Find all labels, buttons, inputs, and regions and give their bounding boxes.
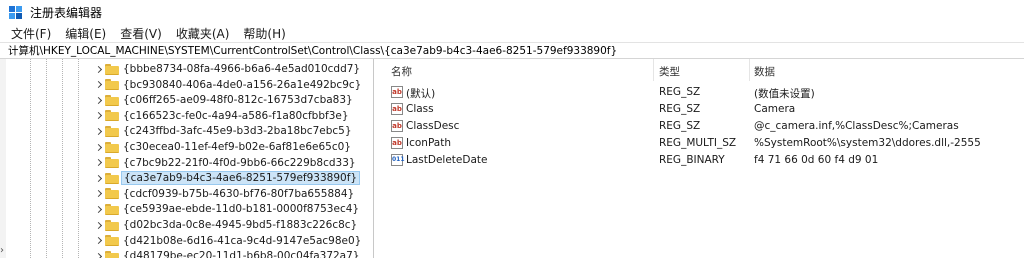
value-row[interactable]: ab ClassDesc REG_SZ @c_camera.inf,%ClassDes… bbox=[383, 118, 1024, 135]
value-row[interactable]: ab (默认) REG_SZ (数值未设置) bbox=[383, 84, 1024, 101]
string-value-icon: ab bbox=[391, 103, 403, 115]
chevron-right-icon[interactable] bbox=[94, 61, 102, 77]
tree-item[interactable]: {c7bc9b22-21f0-4f0d-9bb6-66c229b8cd33} bbox=[6, 155, 373, 171]
tree-item-label: {c30ecea0-11ef-4ef9-b02e-6af81e6e65c0} bbox=[123, 141, 351, 153]
column-header-type[interactable]: 类型 bbox=[659, 64, 680, 79]
tree-item-label: {d421b08e-6d16-41ca-9c4d-9147e5ac98e0} bbox=[123, 234, 362, 247]
tree-item-label: {d48179be-ec20-11d1-b6b8-00c04fa372a7} bbox=[123, 250, 360, 258]
tree-item-label: {ca3e7ab9-b4c3-4ae6-8251-579ef933890f} bbox=[121, 171, 361, 186]
menu-help[interactable]: 帮助(H) bbox=[242, 25, 286, 42]
folder-icon bbox=[105, 250, 119, 258]
tree-item[interactable]: {bbbe8734-08fa-4966-b6a6-4e5ad010cdd7} bbox=[6, 61, 373, 77]
value-name: (默认) bbox=[406, 88, 436, 100]
list-header: 名称 类型 数据 bbox=[383, 59, 1024, 81]
address-path[interactable]: 计算机\HKEY_LOCAL_MACHINE\SYSTEM\CurrentCon… bbox=[8, 43, 617, 58]
value-type: REG_MULTI_SZ bbox=[659, 137, 737, 149]
window-title: 注册表编辑器 bbox=[30, 5, 103, 20]
tree-item-label: {c166523c-fe0c-4a94-a586-f1a80cfbbf3e} bbox=[123, 109, 349, 122]
tree-item-label: {cdcf0939-b75b-4630-bf76-80f7ba655884} bbox=[123, 187, 355, 200]
menu-edit[interactable]: 编辑(E) bbox=[64, 25, 107, 42]
tree-item-label: {c06ff265-ae09-48f0-812c-16753d7cba83} bbox=[123, 94, 353, 107]
folder-icon bbox=[105, 94, 119, 106]
chevron-right-icon[interactable] bbox=[94, 139, 102, 155]
folder-icon bbox=[105, 203, 119, 215]
value-data: @c_camera.inf,%ClassDesc%;Cameras bbox=[754, 120, 959, 132]
value-type: REG_BINARY bbox=[659, 154, 725, 166]
folder-icon bbox=[105, 157, 119, 169]
value-row[interactable]: ab Class REG_SZ Camera bbox=[383, 101, 1024, 118]
chevron-right-icon[interactable] bbox=[94, 186, 102, 202]
value-type: REG_SZ bbox=[659, 103, 701, 115]
title-bar: 注册表编辑器 bbox=[0, 0, 1024, 24]
tree-item[interactable]: {c243ffbd-3afc-45e9-b3d3-2ba18bc7ebc5} bbox=[6, 123, 373, 139]
chevron-right-icon[interactable] bbox=[94, 123, 102, 139]
chevron-right-icon[interactable] bbox=[94, 77, 102, 93]
chevron-right-icon[interactable] bbox=[94, 92, 102, 108]
folder-icon bbox=[105, 63, 119, 75]
tree-item[interactable]: {ca3e7ab9-b4c3-4ae6-8251-579ef933890f} bbox=[6, 170, 373, 186]
folder-icon bbox=[105, 125, 119, 137]
tree-item[interactable]: {d421b08e-6d16-41ca-9c4d-9147e5ac98e0} bbox=[6, 233, 373, 249]
menu-view[interactable]: 查看(V) bbox=[119, 25, 163, 42]
value-list[interactable]: 名称 类型 数据 ab (默认) REG_SZ (数值未设置) ab Class REG_S… bbox=[383, 59, 1024, 258]
chevron-right-icon[interactable] bbox=[94, 170, 102, 186]
binary-value-icon: 011 bbox=[391, 154, 405, 166]
column-divider[interactable] bbox=[749, 59, 750, 81]
value-name: LastDeleteDate bbox=[406, 154, 488, 166]
chevron-right-icon[interactable] bbox=[94, 155, 102, 171]
value-data: (数值未设置) bbox=[754, 88, 815, 100]
tree-item[interactable]: {bc930840-406a-4de0-a156-26a1e492bc9c} bbox=[6, 77, 373, 93]
folder-icon bbox=[105, 110, 119, 122]
chevron-right-icon[interactable] bbox=[94, 201, 102, 217]
tree-item[interactable]: {d02bc3da-0c8e-4945-9bd5-f1883c226c8c} bbox=[6, 217, 373, 233]
string-value-icon: ab bbox=[391, 137, 403, 149]
value-type: REG_SZ bbox=[659, 86, 701, 98]
tree-item-label: {bc930840-406a-4de0-a156-26a1e492bc9c} bbox=[123, 78, 362, 91]
value-data: f4 71 66 0d 60 f4 d9 01 bbox=[754, 154, 879, 166]
column-header-name[interactable]: 名称 bbox=[391, 64, 412, 79]
tree-item-label: {c243ffbd-3afc-45e9-b3d3-2ba18bc7ebc5} bbox=[123, 125, 352, 138]
value-row[interactable]: ab IconPath REG_MULTI_SZ %SystemRoot%\syste… bbox=[383, 135, 1024, 152]
string-value-icon: ab bbox=[391, 86, 403, 98]
tree-edge-mark: › bbox=[0, 245, 4, 256]
tree-item-label: {bbbe8734-08fa-4966-b6a6-4e5ad010cdd7} bbox=[123, 63, 361, 75]
value-name: ClassDesc bbox=[406, 120, 460, 132]
folder-icon bbox=[105, 141, 119, 153]
chevron-right-icon[interactable] bbox=[94, 217, 102, 233]
column-divider[interactable] bbox=[653, 59, 654, 81]
tree-item[interactable]: {c30ecea0-11ef-4ef9-b02e-6af81e6e65c0} bbox=[6, 139, 373, 155]
value-name: Class bbox=[406, 103, 434, 115]
value-type: REG_SZ bbox=[659, 120, 701, 132]
address-bar[interactable]: 计算机\HKEY_LOCAL_MACHINE\SYSTEM\CurrentCon… bbox=[0, 42, 1024, 59]
registry-editor-icon bbox=[9, 5, 22, 19]
value-data: Camera bbox=[754, 103, 796, 115]
value-name: IconPath bbox=[406, 137, 452, 149]
folder-icon bbox=[105, 219, 119, 231]
value-data: %SystemRoot%\system32\ddores.dll,-2555 bbox=[754, 137, 981, 149]
folder-icon bbox=[105, 79, 119, 91]
tree-item[interactable]: {c06ff265-ae09-48f0-812c-16753d7cba83} bbox=[6, 92, 373, 108]
tree-item[interactable]: {ce5939ae-ebde-11d0-b181-0000f8753ec4} bbox=[6, 201, 373, 217]
tree-item-label: {ce5939ae-ebde-11d0-b181-0000f8753ec4} bbox=[123, 203, 360, 216]
folder-icon bbox=[105, 188, 119, 200]
key-tree[interactable]: {bbbe8734-08fa-4966-b6a6-4e5ad010cdd7} {b… bbox=[6, 59, 374, 258]
tree-item-label: {c7bc9b22-21f0-4f0d-9bb6-66c229b8cd33} bbox=[123, 156, 356, 169]
folder-icon bbox=[105, 172, 119, 184]
menu-file[interactable]: 文件(F) bbox=[10, 25, 52, 42]
tree-item[interactable]: {cdcf0939-b75b-4630-bf76-80f7ba655884} bbox=[6, 186, 373, 202]
chevron-right-icon[interactable] bbox=[94, 248, 102, 258]
chevron-right-icon[interactable] bbox=[94, 233, 102, 249]
tree-item[interactable]: {d48179be-ec20-11d1-b6b8-00c04fa372a7} bbox=[6, 248, 373, 258]
menu-bar: 文件(F) 编辑(E) 查看(V) 收藏夹(A) 帮助(H) bbox=[0, 24, 1024, 42]
folder-icon bbox=[105, 235, 119, 247]
tree-item[interactable]: {c166523c-fe0c-4a94-a586-f1a80cfbbf3e} bbox=[6, 108, 373, 124]
menu-favorites[interactable]: 收藏夹(A) bbox=[175, 25, 231, 42]
value-row[interactable]: 011 LastDeleteDate REG_BINARY f4 71 66 0d 6… bbox=[383, 152, 1024, 169]
chevron-right-icon[interactable] bbox=[94, 108, 102, 124]
column-header-data[interactable]: 数据 bbox=[754, 64, 775, 79]
tree-item-label: {d02bc3da-0c8e-4945-9bd5-f1883c226c8c} bbox=[123, 219, 358, 231]
string-value-icon: ab bbox=[391, 120, 403, 132]
